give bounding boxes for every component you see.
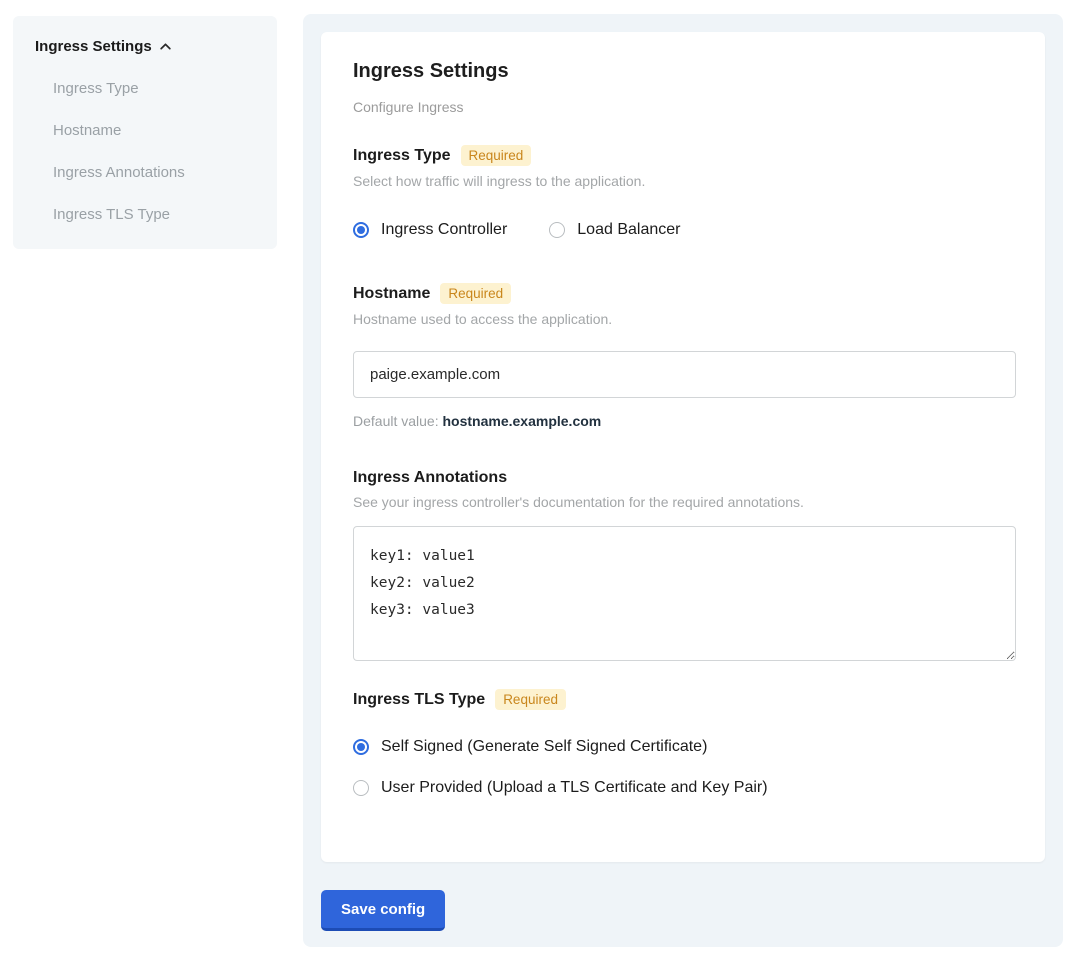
sidebar-item-ingress-type[interactable]: Ingress Type [35, 80, 257, 97]
chevron-up-icon[interactable] [159, 40, 172, 53]
section-label-hostname: Hostname [353, 285, 430, 303]
radio-option-user-provided[interactable]: User Provided (Upload a TLS Certificate … [353, 779, 1013, 797]
help-text-hostname: Hostname used to access the application. [353, 311, 1013, 327]
sidebar-item-hostname[interactable]: Hostname [35, 122, 257, 139]
section-label-ingress-type: Ingress Type [353, 147, 451, 165]
config-main-panel: Ingress Settings Configure Ingress Ingre… [303, 14, 1063, 947]
page-subtitle: Configure Ingress [353, 99, 1013, 115]
radio-icon[interactable] [549, 222, 565, 238]
config-nav-sidebar: Ingress Settings Ingress Type Hostname I… [13, 16, 277, 249]
radio-label: Self Signed (Generate Self Signed Certif… [381, 738, 707, 756]
ingress-settings-card: Ingress Settings Configure Ingress Ingre… [321, 32, 1045, 862]
radio-icon[interactable] [353, 780, 369, 796]
radio-option-ingress-controller[interactable]: Ingress Controller [353, 221, 507, 239]
sidebar-item-ingress-tls-type[interactable]: Ingress TLS Type [35, 206, 257, 223]
sidebar-item-ingress-annotations[interactable]: Ingress Annotations [35, 164, 257, 181]
radio-icon[interactable] [353, 222, 369, 238]
section-ingress-tls-type: Ingress TLS Type Required Self Signed (G… [353, 689, 1013, 797]
section-hostname: Hostname Required Hostname used to acces… [353, 283, 1013, 429]
hostname-default-line: Default value: hostname.example.com [353, 413, 1013, 429]
radio-label: User Provided (Upload a TLS Certificate … [381, 779, 768, 797]
page-title: Ingress Settings [353, 60, 1013, 83]
section-ingress-annotations: Ingress Annotations See your ingress con… [353, 469, 1013, 661]
radio-label: Load Balancer [577, 221, 680, 239]
tls-type-radio-group: Self Signed (Generate Self Signed Certif… [353, 738, 1013, 797]
ingress-type-radio-group: Ingress Controller Load Balancer [353, 221, 1013, 239]
save-config-button[interactable]: Save config [321, 890, 445, 931]
hostname-input[interactable] [353, 351, 1016, 398]
sidebar-group-ingress-settings[interactable]: Ingress Settings [35, 38, 257, 55]
section-label-ingress-annotations: Ingress Annotations [353, 469, 507, 487]
help-text-ingress-annotations: See your ingress controller's documentat… [353, 494, 1013, 510]
sidebar-group-label: Ingress Settings [35, 38, 152, 55]
radio-label: Ingress Controller [381, 221, 507, 239]
radio-icon[interactable] [353, 739, 369, 755]
default-value: hostname.example.com [443, 413, 602, 429]
required-badge: Required [461, 145, 532, 166]
default-label: Default value: [353, 413, 439, 429]
radio-option-load-balancer[interactable]: Load Balancer [549, 221, 680, 239]
section-label-ingress-tls-type: Ingress TLS Type [353, 691, 485, 709]
section-ingress-type: Ingress Type Required Select how traffic… [353, 145, 1013, 239]
required-badge: Required [440, 283, 511, 304]
required-badge: Required [495, 689, 566, 710]
ingress-annotations-textarea[interactable]: key1: value1 key2: value2 key3: value3 [353, 526, 1016, 661]
radio-option-self-signed[interactable]: Self Signed (Generate Self Signed Certif… [353, 738, 1013, 756]
help-text-ingress-type: Select how traffic will ingress to the a… [353, 173, 1013, 189]
